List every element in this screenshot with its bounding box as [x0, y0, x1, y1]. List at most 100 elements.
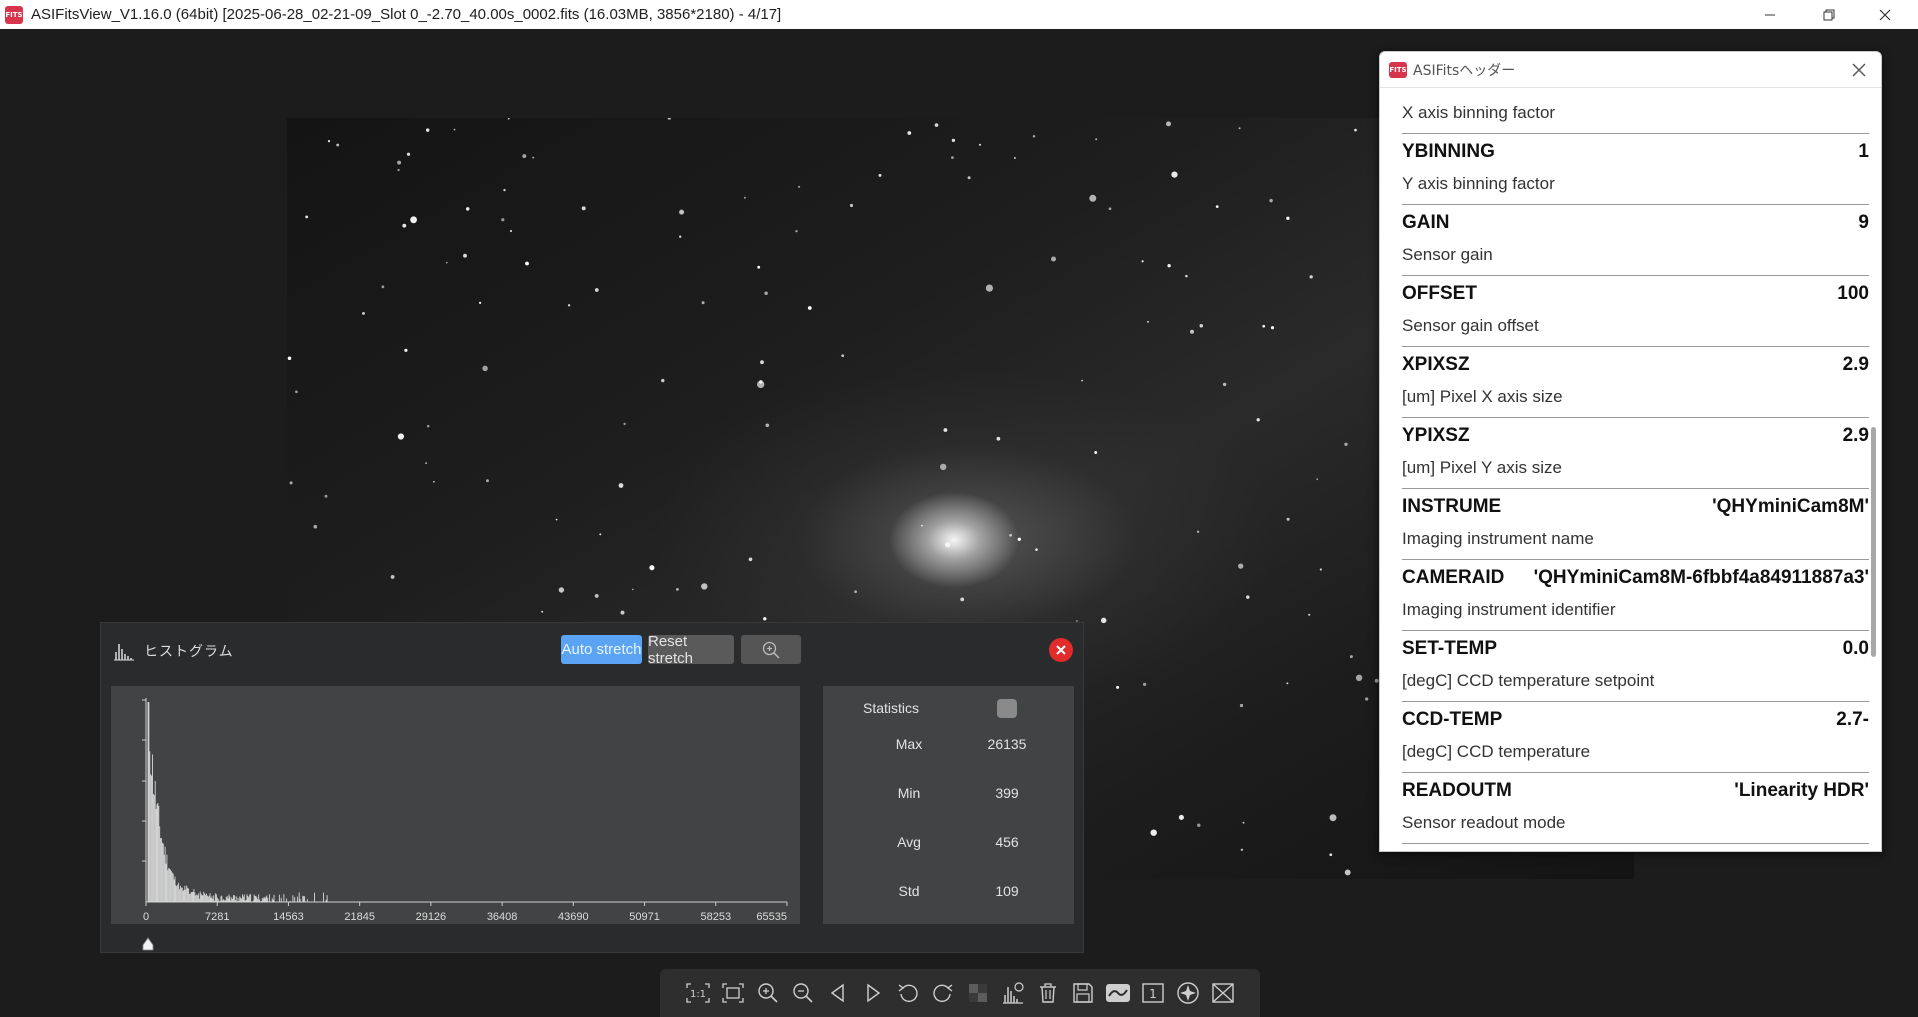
- checkerboard-button[interactable]: [960, 976, 995, 1010]
- fit-window-icon: [721, 983, 744, 1003]
- image-adjust-icon: [1105, 984, 1130, 1002]
- close-icon: [1056, 645, 1066, 655]
- statistics-label: Statistics: [863, 700, 920, 716]
- x-tick-label: 29126: [416, 911, 447, 923]
- header-value: 'QHYminiCam8M': [1712, 496, 1869, 517]
- svg-text:1:1: 1:1: [689, 989, 705, 1000]
- delete-icon: [1039, 983, 1056, 1003]
- header-value: 'Linearity HDR': [1734, 780, 1869, 801]
- zoom-out-button[interactable]: [785, 976, 820, 1010]
- auto-stretch-button[interactable]: Auto stretch: [561, 635, 642, 664]
- actual-size-button[interactable]: 1:1: [680, 976, 715, 1010]
- next-icon: [866, 983, 880, 1003]
- fits-header-scrollbar[interactable]: [1869, 89, 1877, 851]
- rotate-left-button[interactable]: [890, 976, 925, 1010]
- header-value: 1: [1858, 141, 1869, 162]
- delete-button[interactable]: [1030, 976, 1065, 1010]
- next-image-button[interactable]: [855, 976, 890, 1010]
- histogram-bars: [147, 702, 328, 902]
- zoom-out-icon: [792, 983, 813, 1003]
- checkerboard-icon: [968, 984, 987, 1002]
- histogram-title: ヒストグラム: [144, 644, 234, 660]
- header-description: Imaging instrument name: [1402, 529, 1594, 548]
- info-button[interactable]: 1: [1135, 976, 1170, 1010]
- header-description: Y axis binning factor: [1402, 174, 1555, 193]
- header-row: XPIXSZ 2.9 [um] Pixel X axis size: [1402, 347, 1869, 418]
- header-value: 'QHYminiCam8M-6fbbf4a84911887a3': [1534, 567, 1869, 588]
- rotate-right-button[interactable]: [925, 976, 960, 1010]
- histogram-close-button[interactable]: [1049, 638, 1073, 662]
- fit-window-button[interactable]: [715, 976, 750, 1010]
- window-title: ASIFitsView_V1.16.0 (64bit) [2025-06-28_…: [31, 6, 782, 23]
- header-key: GAIN: [1402, 212, 1450, 233]
- x-tick-label: 43690: [558, 911, 589, 923]
- actual-size-icon: 1:1: [685, 983, 710, 1003]
- zoom-in-button[interactable]: [750, 976, 785, 1010]
- histogram-icon: [114, 644, 134, 661]
- minimize-icon: [1765, 14, 1775, 15]
- x-tick-label: 0: [143, 911, 149, 923]
- header-row: INSTRUME 'QHYminiCam8M' Imaging instrument…: [1402, 489, 1869, 560]
- header-row: READOUTM 'Linearity HDR' Sensor readout mo…: [1402, 773, 1869, 844]
- previous-image-button[interactable]: [820, 976, 855, 1010]
- stat-row-max: Max 26135: [823, 736, 1074, 756]
- black-point-slider-handle[interactable]: [141, 937, 155, 951]
- header-row: OFFSET 100 Sensor gain offset: [1402, 276, 1869, 347]
- header-description: [degC] CCD temperature setpoint: [1402, 671, 1655, 690]
- header-value: 9: [1858, 212, 1869, 233]
- header-description: [degC] CCD temperature: [1402, 742, 1591, 761]
- header-value: 0.0: [1842, 638, 1869, 659]
- histogram-x-ticks: 0 7281 14563 21845 29126 36408 43690 50971 58253…: [143, 902, 788, 923]
- header-key: CCD-TEMP: [1402, 709, 1503, 730]
- restore-button[interactable]: [1801, 0, 1857, 29]
- header-description: Sensor gain offset: [1402, 316, 1539, 335]
- stat-name: Min: [897, 785, 921, 801]
- histogram-panel: ヒストグラム Auto stretch Reset stretch 0 7281 1…: [100, 622, 1084, 953]
- stat-name: Max: [895, 736, 923, 752]
- header-row: YPIXSZ 2.9 [um] Pixel Y axis size: [1402, 418, 1869, 489]
- fits-header-close-button[interactable]: [1847, 58, 1871, 82]
- info-icon: 1: [1141, 983, 1164, 1003]
- fits-header-title: ASIFitsヘッダー: [1413, 62, 1516, 79]
- header-row: YBINNING 1 Y axis binning factor: [1402, 134, 1869, 205]
- fits-header-list[interactable]: XBINNING 1 X axis binning factor YBINNIN…: [1380, 89, 1870, 851]
- header-value: 1: [1858, 89, 1869, 92]
- header-key: XBINNING: [1402, 89, 1495, 92]
- histogram-icon: [1002, 982, 1024, 1004]
- histogram-header: ヒストグラム Auto stretch Reset stretch: [101, 623, 1083, 679]
- header-description: Sensor gain: [1402, 245, 1493, 264]
- header-row: SET-TEMP 0.0 [degC] CCD temperature setpoi…: [1402, 631, 1869, 702]
- previous-icon: [830, 983, 844, 1003]
- stat-value: 26135: [987, 736, 1027, 752]
- histogram-plot[interactable]: 0 7281 14563 21845 29126 36408 43690 50971 58253…: [111, 686, 800, 924]
- stat-row-avg: Avg 456: [823, 834, 1074, 854]
- minimize-button[interactable]: [1742, 0, 1798, 29]
- close-window-button[interactable]: [1857, 0, 1913, 29]
- x-tick-label: 36408: [487, 911, 518, 923]
- header-key: YPIXSZ: [1402, 425, 1470, 446]
- app-logo-icon: FITS: [5, 5, 23, 24]
- statistics-panel: Statistics Max 26135 Min 399 Avg 456 Std 109: [823, 686, 1074, 924]
- rotate-right-icon: [932, 984, 952, 1003]
- reset-stretch-button[interactable]: Reset stretch: [648, 633, 734, 667]
- header-key: XPIXSZ: [1402, 354, 1470, 375]
- statistics-checkbox[interactable]: [997, 699, 1017, 718]
- close-icon: [1852, 63, 1866, 77]
- header-key: YBINNING: [1402, 141, 1495, 162]
- header-value: -2.7: [1836, 709, 1869, 730]
- star-detect-button[interactable]: [1170, 976, 1205, 1010]
- header-key: SET-TEMP: [1402, 638, 1498, 659]
- header-description: Sensor readout mode: [1402, 813, 1566, 832]
- header-description: X axis binning factor: [1402, 103, 1556, 122]
- scrollbar-thumb[interactable]: [1871, 427, 1876, 657]
- zoom-in-icon: [757, 983, 778, 1003]
- transform-button[interactable]: [1205, 976, 1240, 1010]
- header-row: CCD-TEMP -2.7 [degC] CCD temperature: [1402, 702, 1869, 773]
- histogram-zoom-button[interactable]: [741, 635, 801, 664]
- histogram-button[interactable]: [995, 976, 1030, 1010]
- x-tick-label: 58253: [700, 911, 731, 923]
- header-description: [um] Pixel Y axis size: [1402, 458, 1562, 477]
- rotate-left-icon: [898, 984, 918, 1003]
- save-button[interactable]: [1065, 976, 1100, 1010]
- image-adjust-button[interactable]: [1100, 976, 1135, 1010]
